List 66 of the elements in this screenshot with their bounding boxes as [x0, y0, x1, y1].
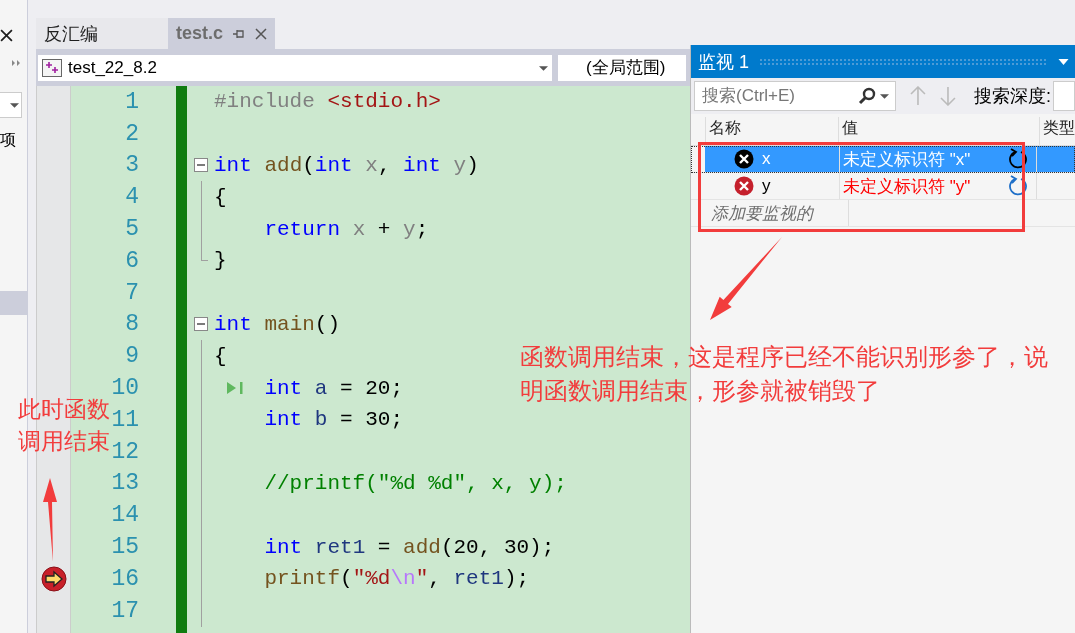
code-line: printf("%d\n", ret1);: [264, 567, 530, 591]
project-dropdown[interactable]: test_22_8.2: [38, 55, 552, 81]
depth-field[interactable]: [1053, 81, 1075, 111]
line-number: 16: [111, 565, 139, 592]
editor-tab[interactable]: 反汇编: [36, 18, 168, 49]
outline-end: [201, 245, 208, 261]
caret-icon: [10, 102, 19, 108]
panel-label: 项: [0, 130, 16, 150]
scope-dropdown[interactable]: (全局范围): [558, 55, 686, 81]
column-header[interactable]: 值: [838, 117, 1039, 145]
line-number: 14: [111, 502, 139, 529]
code-line: {: [214, 185, 227, 209]
variable-value: 未定义标识符 "y": [843, 175, 971, 198]
overflow-icon[interactable]: [12, 60, 22, 66]
caret-icon: [539, 65, 548, 71]
code-line: {: [214, 344, 227, 368]
watch-row[interactable]: y 未定义标识符 "y": [705, 173, 1075, 199]
line-number: 17: [111, 597, 139, 624]
caret-icon[interactable]: [880, 93, 889, 99]
annotation-text: 此时函数调用结束: [18, 395, 111, 456]
pin-icon[interactable]: [233, 28, 246, 39]
error-icon: [734, 149, 754, 169]
dropdown[interactable]: [0, 92, 22, 118]
column-header[interactable]: 名称: [705, 117, 838, 145]
code-line: int add(int x, int y): [214, 154, 479, 177]
line-number: 6: [125, 247, 139, 274]
refresh-icon[interactable]: [1008, 175, 1028, 197]
line-number: 10: [111, 375, 139, 402]
line-number: 9: [125, 343, 139, 370]
line-number: 4: [125, 184, 139, 211]
line-number: 11: [111, 406, 139, 433]
code-line: int main(): [214, 312, 341, 336]
caret-icon[interactable]: [1058, 58, 1069, 65]
variable-name: y: [762, 176, 771, 196]
line-number: 1: [125, 88, 139, 115]
variable-name: x: [762, 149, 771, 169]
depth-label: 搜索深度:: [974, 85, 1052, 108]
refresh-icon[interactable]: [1008, 148, 1028, 170]
code-line: int b = 30;: [264, 408, 404, 432]
search-field[interactable]: 搜索(Ctrl+E): [700, 86, 854, 106]
code-line: return x + y;: [264, 217, 429, 241]
line-number: 7: [125, 279, 139, 306]
line-number: 12: [111, 438, 139, 465]
line-number: 5: [125, 216, 139, 243]
code-line: int a = 20;: [264, 376, 404, 400]
collapse-icon[interactable]: [194, 317, 208, 332]
code-line: #include <stdio.h>: [214, 90, 441, 114]
line-number: 13: [111, 470, 139, 497]
code-line: }: [214, 249, 227, 273]
project-icon: [42, 59, 62, 77]
close-icon[interactable]: [0, 29, 13, 42]
line-number: 2: [125, 120, 139, 147]
variable-value: 未定义标识符 "x": [843, 148, 971, 171]
search-box[interactable]: 搜索(Ctrl+E): [694, 81, 897, 111]
annotation-text: 函数调用结束，这是程序已经不能识别形参了，说明函数调用结束，形参就被销毁了: [520, 342, 1048, 406]
code-line: int ret1 = add(20, 30);: [264, 535, 555, 559]
collapse-icon[interactable]: [194, 158, 208, 173]
error-icon: [734, 176, 754, 196]
column-header[interactable]: 类型: [1039, 117, 1075, 145]
line-number: 8: [125, 311, 139, 338]
line-number: 3: [125, 152, 139, 179]
code-line: //printf("%d %d", x, y);: [264, 471, 567, 495]
window-title: 监视 1: [698, 50, 749, 74]
add-watch-hint[interactable]: 添加要监视的: [705, 201, 813, 225]
search-icon[interactable]: [858, 87, 876, 105]
line-number: 15: [111, 534, 139, 561]
